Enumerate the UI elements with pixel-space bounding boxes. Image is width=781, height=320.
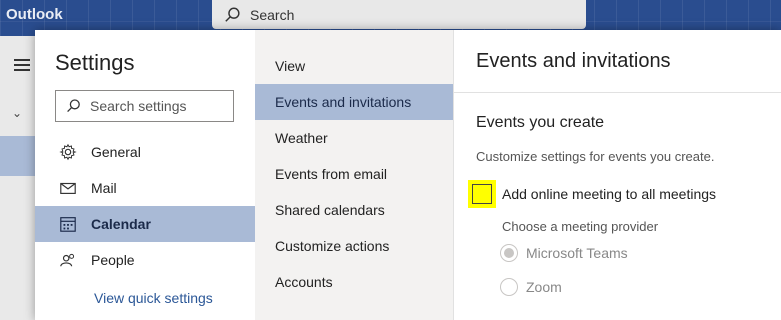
nav-item-calendar[interactable]: Calendar — [35, 206, 255, 242]
nav-item-label: People — [91, 252, 135, 268]
subnav-item-accounts[interactable]: Accounts — [255, 264, 453, 300]
settings-nav-column: Settings General Mail — [35, 30, 255, 320]
left-rail-selection — [0, 136, 35, 176]
subnav-item-events-from-email[interactable]: Events from email — [255, 156, 453, 192]
settings-search-input[interactable] — [88, 97, 232, 115]
settings-dialog: Settings General Mail — [35, 30, 781, 320]
global-search-box[interactable]: Search — [212, 0, 586, 29]
nav-item-label: Calendar — [91, 216, 151, 232]
calendar-subnav-column: View Events and invitations Weather Even… — [255, 30, 453, 320]
subnav-item-events-and-invitations[interactable]: Events and invitations — [255, 84, 453, 120]
section-title: Events you create — [476, 114, 605, 131]
radio-selected-dot — [504, 248, 514, 258]
zoom-radio-label[interactable]: Zoom — [526, 279, 562, 295]
provider-option-zoom[interactable]: Zoom — [500, 278, 562, 296]
settings-content-panel: Events and invitations Events you create… — [453, 30, 781, 320]
settings-title: Settings — [55, 50, 135, 75]
subnav-item-label: Accounts — [275, 274, 333, 290]
people-icon — [60, 253, 75, 267]
settings-search-box[interactable] — [55, 90, 234, 122]
app-left-rail: ⌄ — [0, 36, 35, 320]
panel-title: Events and invitations — [476, 50, 671, 72]
search-icon — [67, 99, 80, 113]
hamburger-icon[interactable] — [14, 56, 30, 74]
nav-item-people[interactable]: People — [35, 242, 255, 278]
app-brand[interactable]: Outlook — [6, 6, 63, 23]
nav-item-label: General — [91, 144, 141, 160]
global-search-label: Search — [250, 6, 295, 23]
online-meeting-checkbox[interactable] — [468, 180, 496, 208]
online-meeting-checkbox-label[interactable]: Add online meeting to all meetings — [502, 186, 716, 202]
envelope-icon — [60, 182, 76, 194]
zoom-radio[interactable] — [500, 278, 518, 296]
nav-item-general[interactable]: General — [35, 134, 255, 170]
subnav-item-shared-calendars[interactable]: Shared calendars — [255, 192, 453, 228]
teams-radio-label[interactable]: Microsoft Teams — [526, 245, 628, 261]
nav-item-mail[interactable]: Mail — [35, 170, 255, 206]
subnav-item-customize-actions[interactable]: Customize actions — [255, 228, 453, 264]
subnav-item-label: Weather — [275, 130, 328, 146]
provider-option-teams[interactable]: Microsoft Teams — [500, 244, 628, 262]
chevron-down-icon[interactable]: ⌄ — [12, 106, 22, 120]
section-description: Customize settings for events you create… — [476, 149, 715, 164]
nav-item-label: Mail — [91, 180, 117, 196]
subnav-item-label: Events from email — [275, 166, 388, 182]
meeting-provider-label: Choose a meeting provider — [502, 219, 659, 234]
subnav-item-label: View — [275, 58, 306, 74]
subnav-item-label: Shared calendars — [275, 202, 385, 218]
subnav-item-label: Customize actions — [275, 238, 390, 254]
panel-divider — [454, 92, 781, 93]
search-icon — [225, 7, 240, 22]
gear-icon — [59, 143, 77, 161]
online-meeting-option[interactable]: Add online meeting to all meetings — [468, 180, 716, 208]
subnav-item-view[interactable]: View — [255, 48, 453, 84]
calendar-icon — [60, 217, 76, 232]
teams-radio[interactable] — [500, 244, 518, 262]
view-quick-settings-link[interactable]: View quick settings — [94, 290, 213, 306]
subnav-item-label: Events and invitations — [275, 94, 412, 110]
subnav-item-weather[interactable]: Weather — [255, 120, 453, 156]
